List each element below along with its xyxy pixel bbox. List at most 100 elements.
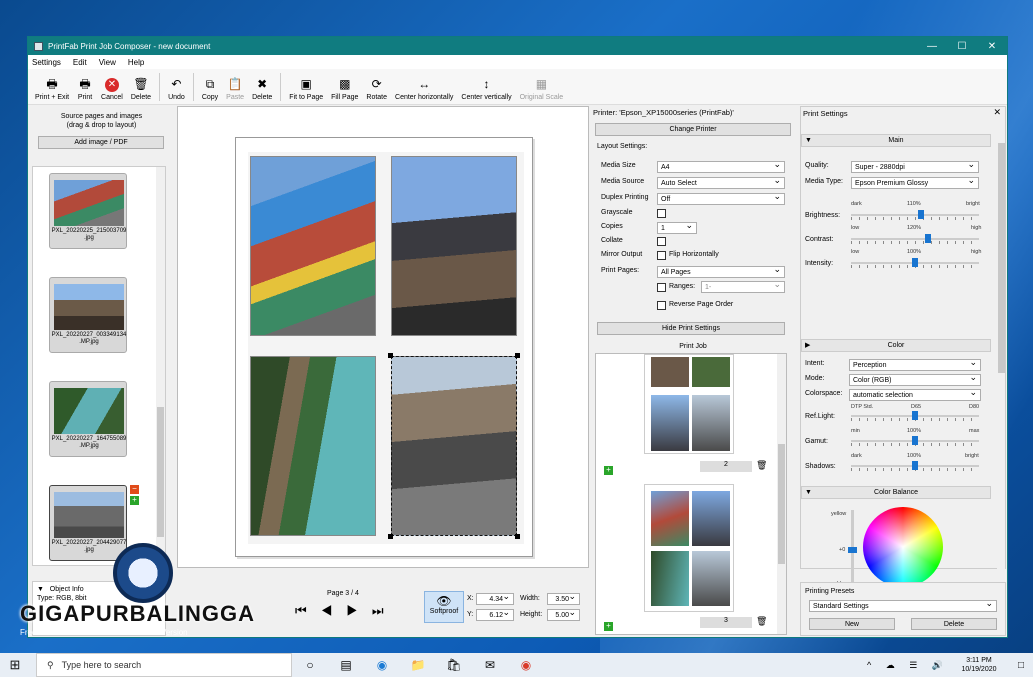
intensity-slider[interactable] (851, 258, 979, 268)
minimize-icon[interactable]: — (917, 41, 947, 52)
mode-select[interactable]: Color (RGB) (849, 372, 981, 386)
menu-edit[interactable]: Edit (73, 58, 87, 67)
color-section-header[interactable]: Color (801, 339, 991, 352)
brightness-slider[interactable] (851, 210, 979, 220)
center-vertically-button[interactable]: ↕ Center vertically (458, 76, 514, 101)
new-preset-button[interactable]: New (809, 618, 895, 630)
print-settings-scrollbar[interactable] (997, 133, 1005, 569)
contrast-slider[interactable] (851, 234, 979, 244)
ranges-checkbox[interactable] (657, 283, 666, 292)
trash-icon[interactable]: 🗑 (756, 460, 767, 471)
job-page-preview[interactable] (644, 354, 734, 454)
reverse-checkbox[interactable] (657, 301, 666, 310)
contrast-label: Contrast: (805, 236, 834, 243)
media-type-select[interactable]: Epson Premium Glossy (851, 175, 979, 189)
gamut-slider[interactable] (851, 436, 979, 446)
collate-checkbox[interactable] (657, 237, 666, 246)
watermark: GIGAPURBALINGGA Free Download Software &… (20, 543, 280, 638)
y-input[interactable]: 6.12 (476, 607, 514, 621)
hide-print-settings-button[interactable]: Hide Print Settings (597, 322, 785, 335)
trash-icon[interactable]: 🗑 (756, 616, 767, 627)
thumbnail-item[interactable]: PXL_20220225_215003709 .jpg (49, 173, 127, 249)
clock[interactable]: 3:11 PM 10/19/2020 (949, 656, 1009, 674)
undo-button[interactable]: ↶ Undo (165, 76, 188, 101)
shadows-slider[interactable] (851, 461, 979, 471)
layout-canvas[interactable] (177, 106, 589, 568)
quality-select[interactable]: Super - 2880dpi (851, 159, 979, 173)
fill-page-button[interactable]: ▩ Fill Page (328, 76, 361, 101)
notifications-icon[interactable]: □ (1009, 660, 1033, 671)
photo-hot-spring[interactable] (250, 356, 376, 536)
color-balance-header[interactable]: Color Balance (801, 486, 991, 499)
main-section-header[interactable]: Main (801, 134, 991, 147)
softproof-button[interactable]: 👁 Softproof (424, 591, 464, 623)
edge-icon[interactable]: ◉ (364, 658, 400, 672)
print-exit-button[interactable]: 🖶 Print + Exit (32, 76, 72, 101)
print-pages-select[interactable]: All Pages (657, 264, 785, 278)
folder-icon[interactable]: 📁 (400, 658, 436, 672)
ranges-input[interactable]: 1- (701, 279, 785, 293)
delete-button[interactable]: 🗑 Delete (128, 76, 154, 101)
chrome-icon[interactable]: ◉ (508, 658, 544, 672)
first-page-icon[interactable]: ⏮ (295, 603, 321, 618)
delete-preset-button[interactable]: Delete (911, 618, 997, 630)
rotate-button[interactable]: ⟳ Rotate (363, 76, 390, 101)
media-source-select[interactable]: Auto Select (657, 175, 785, 189)
fit-to-page-button[interactable]: ▣ Fit to Page (286, 76, 326, 101)
photo-graffiti-wall[interactable] (250, 156, 376, 336)
add-image-button[interactable]: Add image / PDF (38, 136, 164, 149)
widgets-icon[interactable]: ▤ (328, 658, 364, 672)
cancel-button[interactable]: ✕ Cancel (98, 78, 126, 101)
menu-view[interactable]: View (99, 58, 116, 67)
ref-light-slider[interactable] (851, 411, 979, 421)
thumbnail-scrollbar[interactable] (156, 167, 165, 565)
close-icon[interactable]: ✕ (993, 107, 1001, 118)
width-input[interactable]: 3.50 (547, 591, 580, 605)
color-balance-wheel[interactable] (863, 507, 943, 587)
menu-help[interactable]: Help (128, 58, 144, 67)
menu-bar: Settings Edit View Help (28, 55, 1007, 69)
store-icon[interactable]: 🛍 (436, 658, 472, 672)
change-printer-button[interactable]: Change Printer (595, 123, 791, 136)
flip-checkbox[interactable] (657, 251, 666, 260)
thumbnail-item[interactable]: PXL_20220227_164755089 .MP.jpg (49, 381, 127, 457)
paste-button[interactable]: 📋 Paste (223, 76, 247, 101)
print-button[interactable]: 🖶 Print (74, 76, 96, 101)
last-page-icon[interactable]: ⏭ (372, 603, 398, 618)
maximize-icon[interactable]: ☐ (947, 41, 977, 52)
duplex-select[interactable]: Off (657, 191, 785, 205)
thumbnail-item[interactable]: PXL_20220227_003349134 .MP.jpg (49, 277, 127, 353)
print-job-list: + 2 🗑 + 3 🗑 (595, 353, 787, 635)
center-horizontally-button[interactable]: ↔ Center horizontally (392, 76, 456, 101)
yellow-blue-slider[interactable] (848, 510, 857, 590)
photo-street-buildings[interactable] (391, 156, 517, 336)
mail-icon[interactable]: ✉ (472, 658, 508, 672)
copy-button[interactable]: ⧉ Copy (199, 76, 221, 101)
delete-item-button[interactable]: ✖ Delete (249, 76, 275, 101)
add-page-icon[interactable]: + (604, 466, 613, 475)
prev-page-icon[interactable]: ◀ (321, 603, 347, 618)
photo-market-truck-selected[interactable] (391, 356, 517, 536)
print-job-scrollbar[interactable] (777, 354, 786, 634)
add-page-icon[interactable]: + (604, 622, 613, 631)
copies-input[interactable]: 1 (657, 220, 697, 234)
job-page-preview[interactable] (644, 484, 734, 612)
presets-select[interactable]: Standard Settings (809, 598, 997, 612)
menu-settings[interactable]: Settings (32, 58, 61, 67)
x-input[interactable]: 4.34 (476, 591, 514, 605)
original-scale-button[interactable]: ▦ Original Scale (517, 76, 567, 101)
intent-select[interactable]: Perception (849, 357, 981, 371)
height-input[interactable]: 5.00 (547, 607, 580, 621)
colorspace-field[interactable]: automatic selection (849, 387, 981, 401)
media-size-select[interactable]: A4 (657, 159, 785, 173)
taskbar-search[interactable]: ⚲ Type here to search (36, 653, 292, 677)
grayscale-checkbox[interactable] (657, 209, 666, 218)
search-icon: ⚲ (47, 659, 54, 670)
windows-start-icon[interactable]: ⊞ (0, 657, 30, 673)
task-view-icon[interactable]: ○ (292, 658, 328, 672)
add-icon[interactable]: + (130, 496, 139, 505)
close-icon[interactable]: ✕ (977, 41, 1007, 52)
remove-icon[interactable]: − (130, 485, 139, 494)
tray-icons[interactable]: ^ ☁ ☰ 🔊 (867, 660, 949, 671)
next-page-icon[interactable]: ▶ (346, 603, 372, 618)
